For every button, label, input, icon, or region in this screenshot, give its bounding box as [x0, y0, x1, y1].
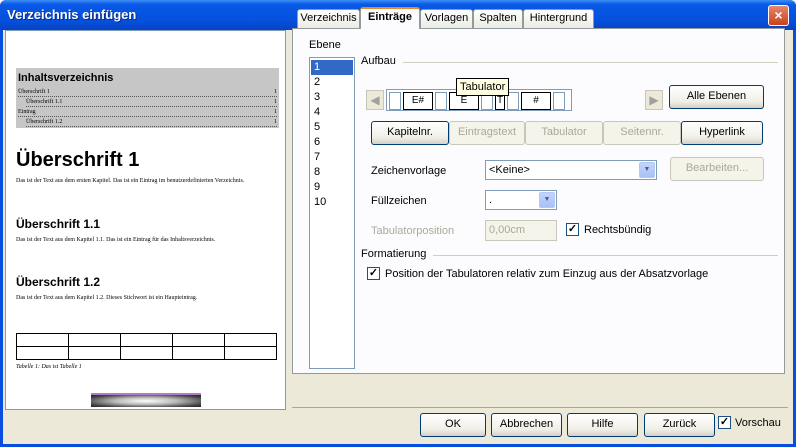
preview-toc-line: Überschrift 1.2 1	[26, 118, 277, 127]
tab-position-spinner[interactable]: 0,00cm	[485, 220, 557, 241]
structure-token-page[interactable]: #	[521, 92, 551, 110]
level-item[interactable]: 5	[311, 120, 353, 135]
level-item[interactable]: 10	[311, 195, 353, 210]
edit-button[interactable]: Bearbeiten...	[670, 157, 764, 181]
structure-text-field[interactable]	[435, 92, 447, 110]
tab-relative-checkbox[interactable]: ✓	[367, 267, 380, 280]
tab-spalten[interactable]: Spalten	[473, 9, 523, 28]
char-style-label: Zeichenvorlage	[371, 165, 447, 177]
level-item[interactable]: 8	[311, 165, 353, 180]
level-item[interactable]: 4	[311, 105, 353, 120]
tab-relative-label: Position der Tabulatoren relativ zum Ein…	[385, 268, 709, 280]
tab-vorlagen[interactable]: Vorlagen	[420, 9, 473, 28]
structure-label: Aufbau	[361, 55, 396, 67]
cancel-button[interactable]: Abbrechen	[491, 413, 562, 437]
preview-toc-line: Eintrag 1	[18, 108, 277, 117]
page-number-button[interactable]: Seitennr.	[603, 121, 681, 145]
preview-toc-text: Überschrift 1.2	[26, 119, 63, 125]
preview-checkbox[interactable]: ✓	[718, 416, 731, 429]
chevron-down-icon[interactable]: ▼	[539, 192, 555, 208]
chevron-down-icon[interactable]: ▼	[639, 162, 655, 178]
preview-toc-page: 1	[274, 99, 277, 105]
preview-heading-1-1: Überschrift 1.1	[16, 217, 101, 231]
preview-paragraph: Das ist der Text aus dem Kapitel 1.2. Di…	[16, 295, 198, 301]
preview-paragraph: Das ist der Text aus dem Kapitel 1.1. Da…	[16, 237, 216, 243]
tab-hintergrund[interactable]: Hintergrund	[523, 9, 594, 28]
tab-stop-button[interactable]: Tabulator	[525, 121, 603, 145]
preview-toc-text: Überschrift 1	[18, 89, 50, 95]
entries-panel: Ebene 1 2 3 4 5 6 7 8 9 10 Aufbau ◀ E# E…	[292, 28, 785, 374]
right-aligned-checkbox[interactable]: ✓	[566, 223, 579, 236]
tab-verzeichnis[interactable]: Verzeichnis	[297, 9, 360, 28]
preview-toc-line: Überschrift 1 1	[18, 88, 277, 97]
right-aligned-label: Rechtsbündig	[584, 224, 652, 236]
structure-text-field[interactable]	[553, 92, 565, 110]
preview-pane: Inhaltsverzeichnis Überschrift 1 1 Übersc…	[5, 30, 286, 410]
preview-toc-text: Überschrift 1.1	[26, 99, 63, 105]
back-button[interactable]: Zurück	[644, 413, 715, 437]
level-item[interactable]: 3	[311, 90, 353, 105]
tab-position-label: Tabulatorposition	[371, 225, 455, 237]
preview-toc-block: Inhaltsverzeichnis Überschrift 1 1 Übersc…	[16, 68, 279, 128]
preview-toc-line: Überschrift 1.1 1	[26, 98, 277, 107]
scroll-right-button[interactable]: ▶	[645, 90, 663, 110]
char-style-select[interactable]: <Keine> ▼	[485, 160, 657, 180]
format-separator	[433, 255, 778, 256]
preview-paragraph: Das ist der Text aus dem ersten Kapitel.…	[16, 178, 245, 184]
help-button[interactable]: Hilfe	[567, 413, 638, 437]
preview-toc-page: 1	[274, 109, 277, 115]
tab-eintraege[interactable]: Einträge	[360, 7, 420, 29]
structure-separator	[403, 62, 778, 63]
fill-char-select[interactable]: . ▼	[485, 190, 557, 210]
tooltip: Tabulator	[456, 78, 510, 96]
window-title: Verzeichnis einfügen	[7, 7, 137, 22]
all-levels-button[interactable]: Alle Ebenen	[669, 85, 764, 109]
preview-image	[91, 393, 201, 407]
scroll-left-button[interactable]: ◀	[366, 90, 384, 110]
fill-char-label: Füllzeichen	[371, 195, 427, 207]
level-item[interactable]: 7	[311, 150, 353, 165]
format-label: Formatierung	[361, 248, 427, 260]
tab-position-value: 0,00cm	[489, 224, 526, 236]
hyperlink-button[interactable]: Hyperlink	[681, 121, 763, 145]
level-item[interactable]: 2	[311, 75, 353, 90]
preview-toc-title: Inhaltsverzeichnis	[18, 72, 114, 84]
preview-toc-page: 1	[274, 119, 277, 125]
chapter-number-button[interactable]: Kapitelnr.	[371, 121, 449, 145]
preview-heading-1-2: Überschrift 1.2	[16, 275, 101, 289]
preview-toc-page: 1	[274, 89, 277, 95]
preview-heading-1: Überschrift 1	[16, 149, 140, 171]
close-button[interactable]: ×	[768, 5, 789, 26]
preview-label: Vorschau	[735, 417, 781, 429]
levels-list[interactable]: 1 2 3 4 5 6 7 8 9 10	[309, 57, 355, 369]
structure-token-chapter[interactable]: E#	[403, 92, 433, 110]
entry-text-button[interactable]: Eintragstext	[449, 121, 525, 145]
level-item[interactable]: 6	[311, 135, 353, 150]
levels-label: Ebene	[309, 39, 341, 51]
char-style-value: <Keine>	[489, 164, 530, 176]
preview-table	[16, 333, 277, 360]
structure-text-field[interactable]	[389, 92, 401, 110]
level-item[interactable]: 9	[311, 180, 353, 195]
level-item[interactable]: 1	[311, 60, 353, 75]
fill-char-value: .	[489, 194, 493, 206]
preview-caption: Tabelle 1: Das ist Tabelle 1	[16, 364, 82, 370]
ok-button[interactable]: OK	[420, 413, 486, 437]
footer-separator	[292, 407, 788, 408]
preview-toc-text: Eintrag	[18, 109, 36, 115]
